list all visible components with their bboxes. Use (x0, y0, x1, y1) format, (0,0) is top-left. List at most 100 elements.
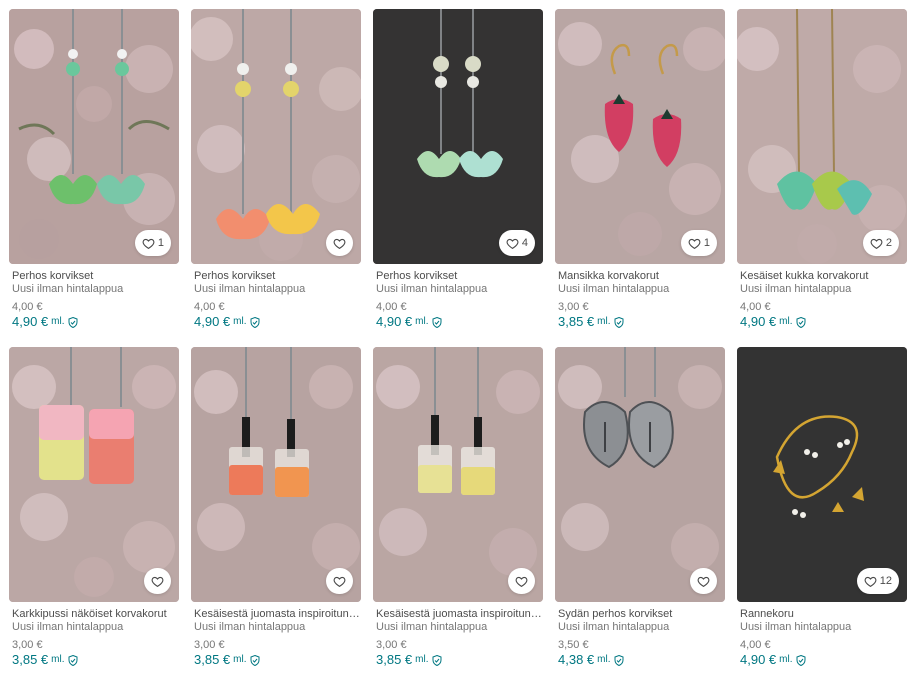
favourite-button[interactable] (326, 568, 353, 594)
item-title[interactable]: Karkkipussi näköiset korvakorut (12, 608, 178, 620)
item-photo[interactable] (191, 347, 361, 602)
favourite-button[interactable]: 4 (498, 230, 535, 256)
item-card[interactable]: Karkkipussi näköiset korvakorut Uusi ilm… (9, 347, 179, 667)
item-total-price[interactable]: 4,38 € ml. (558, 653, 725, 667)
favourite-button[interactable]: 2 (862, 230, 899, 256)
shield-check-icon (68, 654, 77, 666)
item-photo[interactable] (191, 9, 361, 264)
item-card[interactable]: 12 Rannekoru Uusi ilman hintalappua 4,00… (737, 347, 907, 667)
total-amount: 4,90 € (194, 314, 231, 329)
favourite-button[interactable] (508, 568, 535, 594)
item-title[interactable]: Perhos korvikset (194, 270, 360, 282)
item-total-price[interactable]: 3,85 € ml. (12, 653, 179, 667)
total-amount: 4,90 € (376, 314, 413, 329)
item-price: 4,00 € (740, 301, 771, 313)
item-photo[interactable]: 2 (737, 9, 907, 264)
item-photo[interactable]: 1 (9, 9, 179, 264)
heart-outline-icon (151, 576, 164, 587)
item-photo-art (373, 9, 543, 264)
item-photo[interactable]: 12 (737, 347, 907, 602)
item-condition: Uusi ilman hintalappua (194, 621, 306, 633)
item-condition: Uusi ilman hintalappua (12, 621, 124, 633)
item-card[interactable]: 2 Kesäiset kukka korvakorut Uusi ilman h… (737, 9, 907, 329)
item-total-price[interactable]: 4,90 € ml. (740, 315, 907, 329)
total-amount: 4,90 € (740, 314, 777, 329)
item-title[interactable]: Kesäisestä juomasta inspiroituneet ko... (376, 608, 542, 620)
favourite-button[interactable]: 12 (856, 568, 899, 594)
item-price: 3,00 € (558, 301, 589, 313)
item-photo-art (9, 347, 179, 602)
item-total-price[interactable]: 4,90 € ml. (12, 315, 179, 329)
favourite-count: 4 (521, 236, 528, 249)
included-label: ml. (597, 654, 611, 665)
item-price: 3,00 € (12, 639, 43, 651)
heart-outline-icon (506, 238, 519, 249)
item-condition: Uusi ilman hintalappua (376, 283, 488, 295)
item-photo[interactable]: 4 (373, 9, 543, 264)
item-price: 3,00 € (376, 639, 407, 651)
item-photo[interactable]: 1 (555, 9, 725, 264)
included-label: ml. (597, 316, 611, 327)
item-photo-art (9, 9, 179, 264)
item-photo-art (555, 9, 725, 264)
item-condition: Uusi ilman hintalappua (12, 283, 124, 295)
shield-check-icon (796, 316, 805, 328)
item-card[interactable]: 4 Perhos korvikset Uusi ilman hintalappu… (373, 9, 543, 329)
shield-check-icon (250, 316, 259, 328)
total-amount: 3,85 € (558, 314, 595, 329)
item-title[interactable]: Sydän perhos korvikset (558, 608, 724, 620)
item-title[interactable]: Perhos korvikset (12, 270, 178, 282)
item-title[interactable]: Kesäisestä juomasta inspiroituneet ko... (194, 608, 360, 620)
favourite-count: 12 (879, 574, 892, 587)
heart-outline-icon (142, 238, 155, 249)
item-card[interactable]: 1 Mansikka korvakorut Uusi ilman hintala… (555, 9, 725, 329)
item-card[interactable]: Sydän perhos korvikset Uusi ilman hintal… (555, 347, 725, 667)
shield-check-icon (614, 654, 623, 666)
item-price: 4,00 € (12, 301, 43, 313)
item-total-price[interactable]: 4,90 € ml. (740, 653, 907, 667)
item-condition: Uusi ilman hintalappua (740, 283, 852, 295)
shield-check-icon (250, 654, 259, 666)
favourite-button[interactable] (144, 568, 171, 594)
item-condition: Uusi ilman hintalappua (740, 621, 852, 633)
included-label: ml. (233, 316, 247, 327)
item-condition: Uusi ilman hintalappua (558, 283, 670, 295)
item-condition: Uusi ilman hintalappua (194, 283, 306, 295)
total-amount: 3,85 € (194, 652, 231, 667)
item-total-price[interactable]: 3,85 € ml. (376, 653, 543, 667)
item-photo[interactable] (9, 347, 179, 602)
item-title[interactable]: Kesäiset kukka korvakorut (740, 270, 906, 282)
item-price: 3,00 € (194, 639, 225, 651)
total-amount: 4,38 € (558, 652, 595, 667)
item-total-price[interactable]: 3,85 € ml. (558, 315, 725, 329)
item-card[interactable]: Perhos korvikset Uusi ilman hintalappua … (191, 9, 361, 329)
item-photo-art (737, 9, 907, 264)
heart-outline-icon (864, 576, 877, 587)
item-photo[interactable] (373, 347, 543, 602)
item-total-price[interactable]: 4,90 € ml. (194, 315, 361, 329)
total-amount: 3,85 € (376, 652, 413, 667)
item-condition: Uusi ilman hintalappua (376, 621, 488, 633)
favourite-button[interactable] (326, 230, 353, 256)
item-grid: 1 Perhos korvikset Uusi ilman hintalappu… (9, 9, 907, 667)
heart-outline-icon (333, 576, 346, 587)
favourite-count: 1 (703, 236, 710, 249)
item-title[interactable]: Perhos korvikset (376, 270, 542, 282)
item-card[interactable]: 1 Perhos korvikset Uusi ilman hintalappu… (9, 9, 179, 329)
item-card[interactable]: Kesäisestä juomasta inspiroituneet ko...… (373, 347, 543, 667)
item-price: 4,00 € (740, 639, 771, 651)
favourite-button[interactable]: 1 (134, 230, 171, 256)
favourite-button[interactable]: 1 (680, 230, 717, 256)
shield-check-icon (432, 654, 441, 666)
item-title[interactable]: Mansikka korvakorut (558, 270, 724, 282)
heart-outline-icon (688, 238, 701, 249)
item-card[interactable]: Kesäisestä juomasta inspiroituneet ko...… (191, 347, 361, 667)
item-title[interactable]: Rannekoru (740, 608, 906, 620)
item-photo[interactable] (555, 347, 725, 602)
item-total-price[interactable]: 3,85 € ml. (194, 653, 361, 667)
item-price: 4,00 € (376, 301, 407, 313)
shield-check-icon (796, 654, 805, 666)
included-label: ml. (779, 316, 793, 327)
item-total-price[interactable]: 4,90 € ml. (376, 315, 543, 329)
favourite-button[interactable] (690, 568, 717, 594)
